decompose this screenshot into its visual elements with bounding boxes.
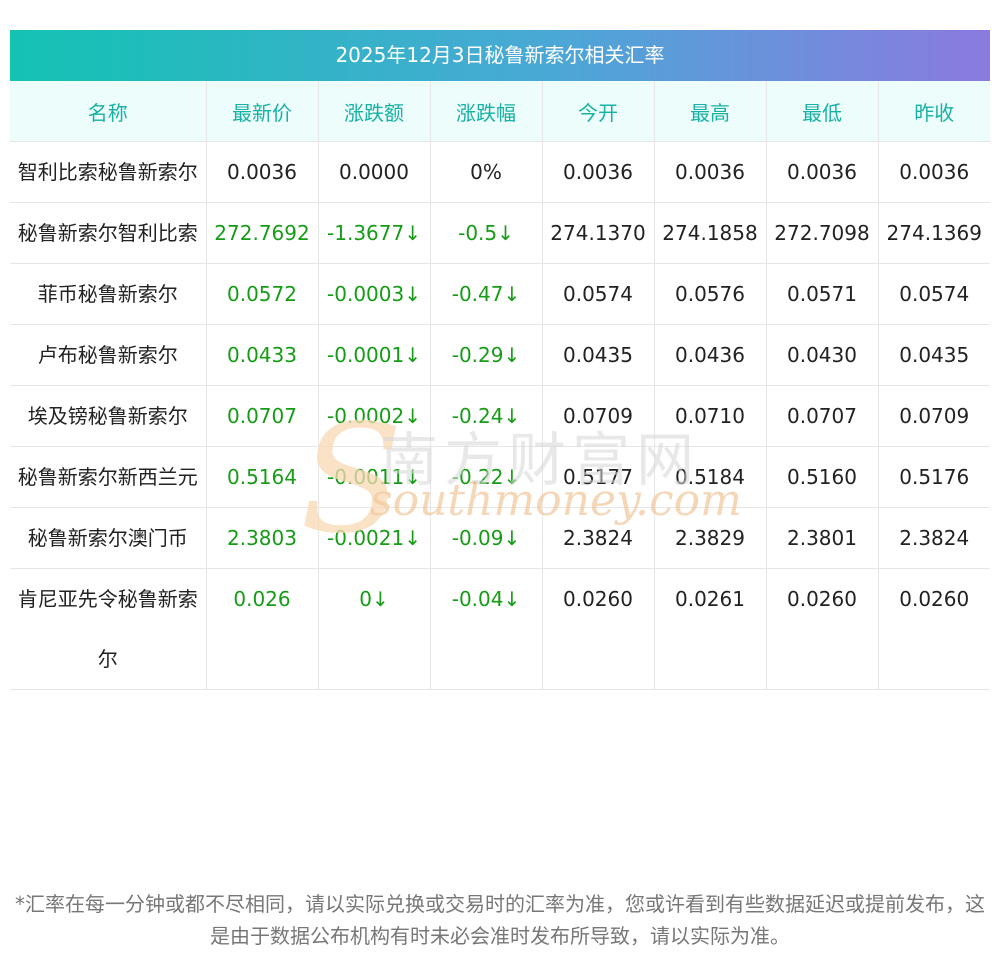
- header-low: 最低: [766, 81, 879, 142]
- cell-prev-close: 0.0260: [878, 568, 990, 690]
- cell-prev-close: 0.0709: [878, 385, 990, 447]
- cell-open: 274.1370: [542, 202, 655, 264]
- cell-change-pct: -0.24↓: [430, 385, 543, 447]
- cell-open: 0.0435: [542, 324, 655, 386]
- cell-open: 0.0709: [542, 385, 655, 447]
- cell-prev-close: 2.3824: [878, 507, 990, 569]
- table-row: 菲币秘鲁新索尔 0.0572 -0.0003↓ -0.47↓ 0.0574 0.0576 0…: [10, 263, 990, 325]
- cell-latest: 2.3803: [206, 507, 319, 569]
- cell-latest: 0.5164: [206, 446, 319, 508]
- cell-prev-close: 0.0574: [878, 263, 990, 325]
- cell-change-pct: -0.47↓: [430, 263, 543, 325]
- cell-open: 0.0574: [542, 263, 655, 325]
- cell-prev-close: 274.1369: [878, 202, 990, 264]
- cell-latest: 0.0707: [206, 385, 319, 447]
- cell-change: -0.0002↓: [318, 385, 431, 447]
- cell-prev-close: 0.0435: [878, 324, 990, 386]
- table-row: 智利比索秘鲁新索尔 0.0036 0.0000 0% 0.0036 0.0036 0.003…: [10, 141, 990, 203]
- cell-high: 0.5184: [654, 446, 767, 508]
- cell-low: 0.0430: [766, 324, 879, 386]
- cell-currency-pair: 埃及镑秘鲁新索尔: [10, 385, 207, 447]
- header-row: 名称 最新价 涨跌额 涨跌幅 今开 最高 最低 昨收: [10, 81, 990, 142]
- cell-change-pct: 0%: [430, 141, 543, 203]
- table-row: 秘鲁新索尔智利比索 272.7692 -1.3677↓ -0.5↓ 274.1370 27…: [10, 202, 990, 264]
- header-open: 今开: [542, 81, 655, 142]
- cell-latest: 0.0433: [206, 324, 319, 386]
- cell-low: 272.7098: [766, 202, 879, 264]
- exchange-rate-table: 名称 最新价 涨跌额 涨跌幅 今开 最高 最低 昨收 智利比索秘鲁新索尔 0.00…: [10, 81, 990, 690]
- cell-low: 0.0707: [766, 385, 879, 447]
- cell-change: -0.0001↓: [318, 324, 431, 386]
- cell-change-pct: -0.22↓: [430, 446, 543, 508]
- cell-currency-pair: 秘鲁新索尔澳门币: [10, 507, 207, 569]
- cell-currency-pair: 菲币秘鲁新索尔: [10, 263, 207, 325]
- cell-change: 0.0000: [318, 141, 431, 203]
- footnote: *汇率在每一分钟或都不尽相同，请以实际兑换或交易时的汇率为准，您或许看到有些数据…: [15, 892, 985, 948]
- cell-currency-pair: 秘鲁新索尔新西兰元: [10, 446, 207, 508]
- cell-high: 0.0710: [654, 385, 767, 447]
- cell-change: -0.0003↓: [318, 263, 431, 325]
- table-row: 肯尼亚先令秘鲁新索尔 0.026 0↓ -0.04↓ 0.0260 0.0261 0.026…: [10, 568, 990, 690]
- cell-high: 0.0261: [654, 568, 767, 690]
- cell-open: 0.0260: [542, 568, 655, 690]
- cell-currency-pair: 秘鲁新索尔智利比索: [10, 202, 207, 264]
- cell-high: 0.0436: [654, 324, 767, 386]
- cell-high: 2.3829: [654, 507, 767, 569]
- header-high: 最高: [654, 81, 767, 142]
- cell-high: 0.0576: [654, 263, 767, 325]
- cell-latest: 0.026: [206, 568, 319, 690]
- cell-high: 0.0036: [654, 141, 767, 203]
- cell-currency-pair: 肯尼亚先令秘鲁新索尔: [10, 568, 207, 690]
- cell-open: 0.5177: [542, 446, 655, 508]
- cell-low: 2.3801: [766, 507, 879, 569]
- cell-latest: 272.7692: [206, 202, 319, 264]
- cell-change-pct: -0.04↓: [430, 568, 543, 690]
- cell-currency-pair: 卢布秘鲁新索尔: [10, 324, 207, 386]
- table-row: 秘鲁新索尔新西兰元 0.5164 -0.0011↓ -0.22↓ 0.5177 0.518…: [10, 446, 990, 508]
- cell-prev-close: 0.0036: [878, 141, 990, 203]
- cell-change: 0↓: [318, 568, 431, 690]
- cell-low: 0.0571: [766, 263, 879, 325]
- cell-change-pct: -0.09↓: [430, 507, 543, 569]
- cell-latest: 0.0572: [206, 263, 319, 325]
- rate-table-container: 2025年12月3日秘鲁新索尔相关汇率 名称 最新价 涨跌额 涨跌幅 今开 最高…: [10, 30, 990, 690]
- cell-change: -0.0021↓: [318, 507, 431, 569]
- cell-low: 0.5160: [766, 446, 879, 508]
- header-name: 名称: [10, 81, 207, 142]
- cell-currency-pair: 智利比索秘鲁新索尔: [10, 141, 207, 203]
- table-title: 2025年12月3日秘鲁新索尔相关汇率: [10, 30, 990, 81]
- cell-prev-close: 0.5176: [878, 446, 990, 508]
- table-row: 埃及镑秘鲁新索尔 0.0707 -0.0002↓ -0.24↓ 0.0709 0.0710…: [10, 385, 990, 447]
- cell-low: 0.0036: [766, 141, 879, 203]
- header-latest: 最新价: [206, 81, 319, 142]
- header-prev-close: 昨收: [878, 81, 990, 142]
- cell-low: 0.0260: [766, 568, 879, 690]
- cell-high: 274.1858: [654, 202, 767, 264]
- header-change-pct: 涨跌幅: [430, 81, 543, 142]
- cell-open: 0.0036: [542, 141, 655, 203]
- table-row: 卢布秘鲁新索尔 0.0433 -0.0001↓ -0.29↓ 0.0435 0.0436 0…: [10, 324, 990, 386]
- cell-latest: 0.0036: [206, 141, 319, 203]
- table-row: 秘鲁新索尔澳门币 2.3803 -0.0021↓ -0.09↓ 2.3824 2.3829…: [10, 507, 990, 569]
- header-change: 涨跌额: [318, 81, 431, 142]
- cell-change: -1.3677↓: [318, 202, 431, 264]
- cell-change-pct: -0.5↓: [430, 202, 543, 264]
- cell-change: -0.0011↓: [318, 446, 431, 508]
- cell-change-pct: -0.29↓: [430, 324, 543, 386]
- cell-open: 2.3824: [542, 507, 655, 569]
